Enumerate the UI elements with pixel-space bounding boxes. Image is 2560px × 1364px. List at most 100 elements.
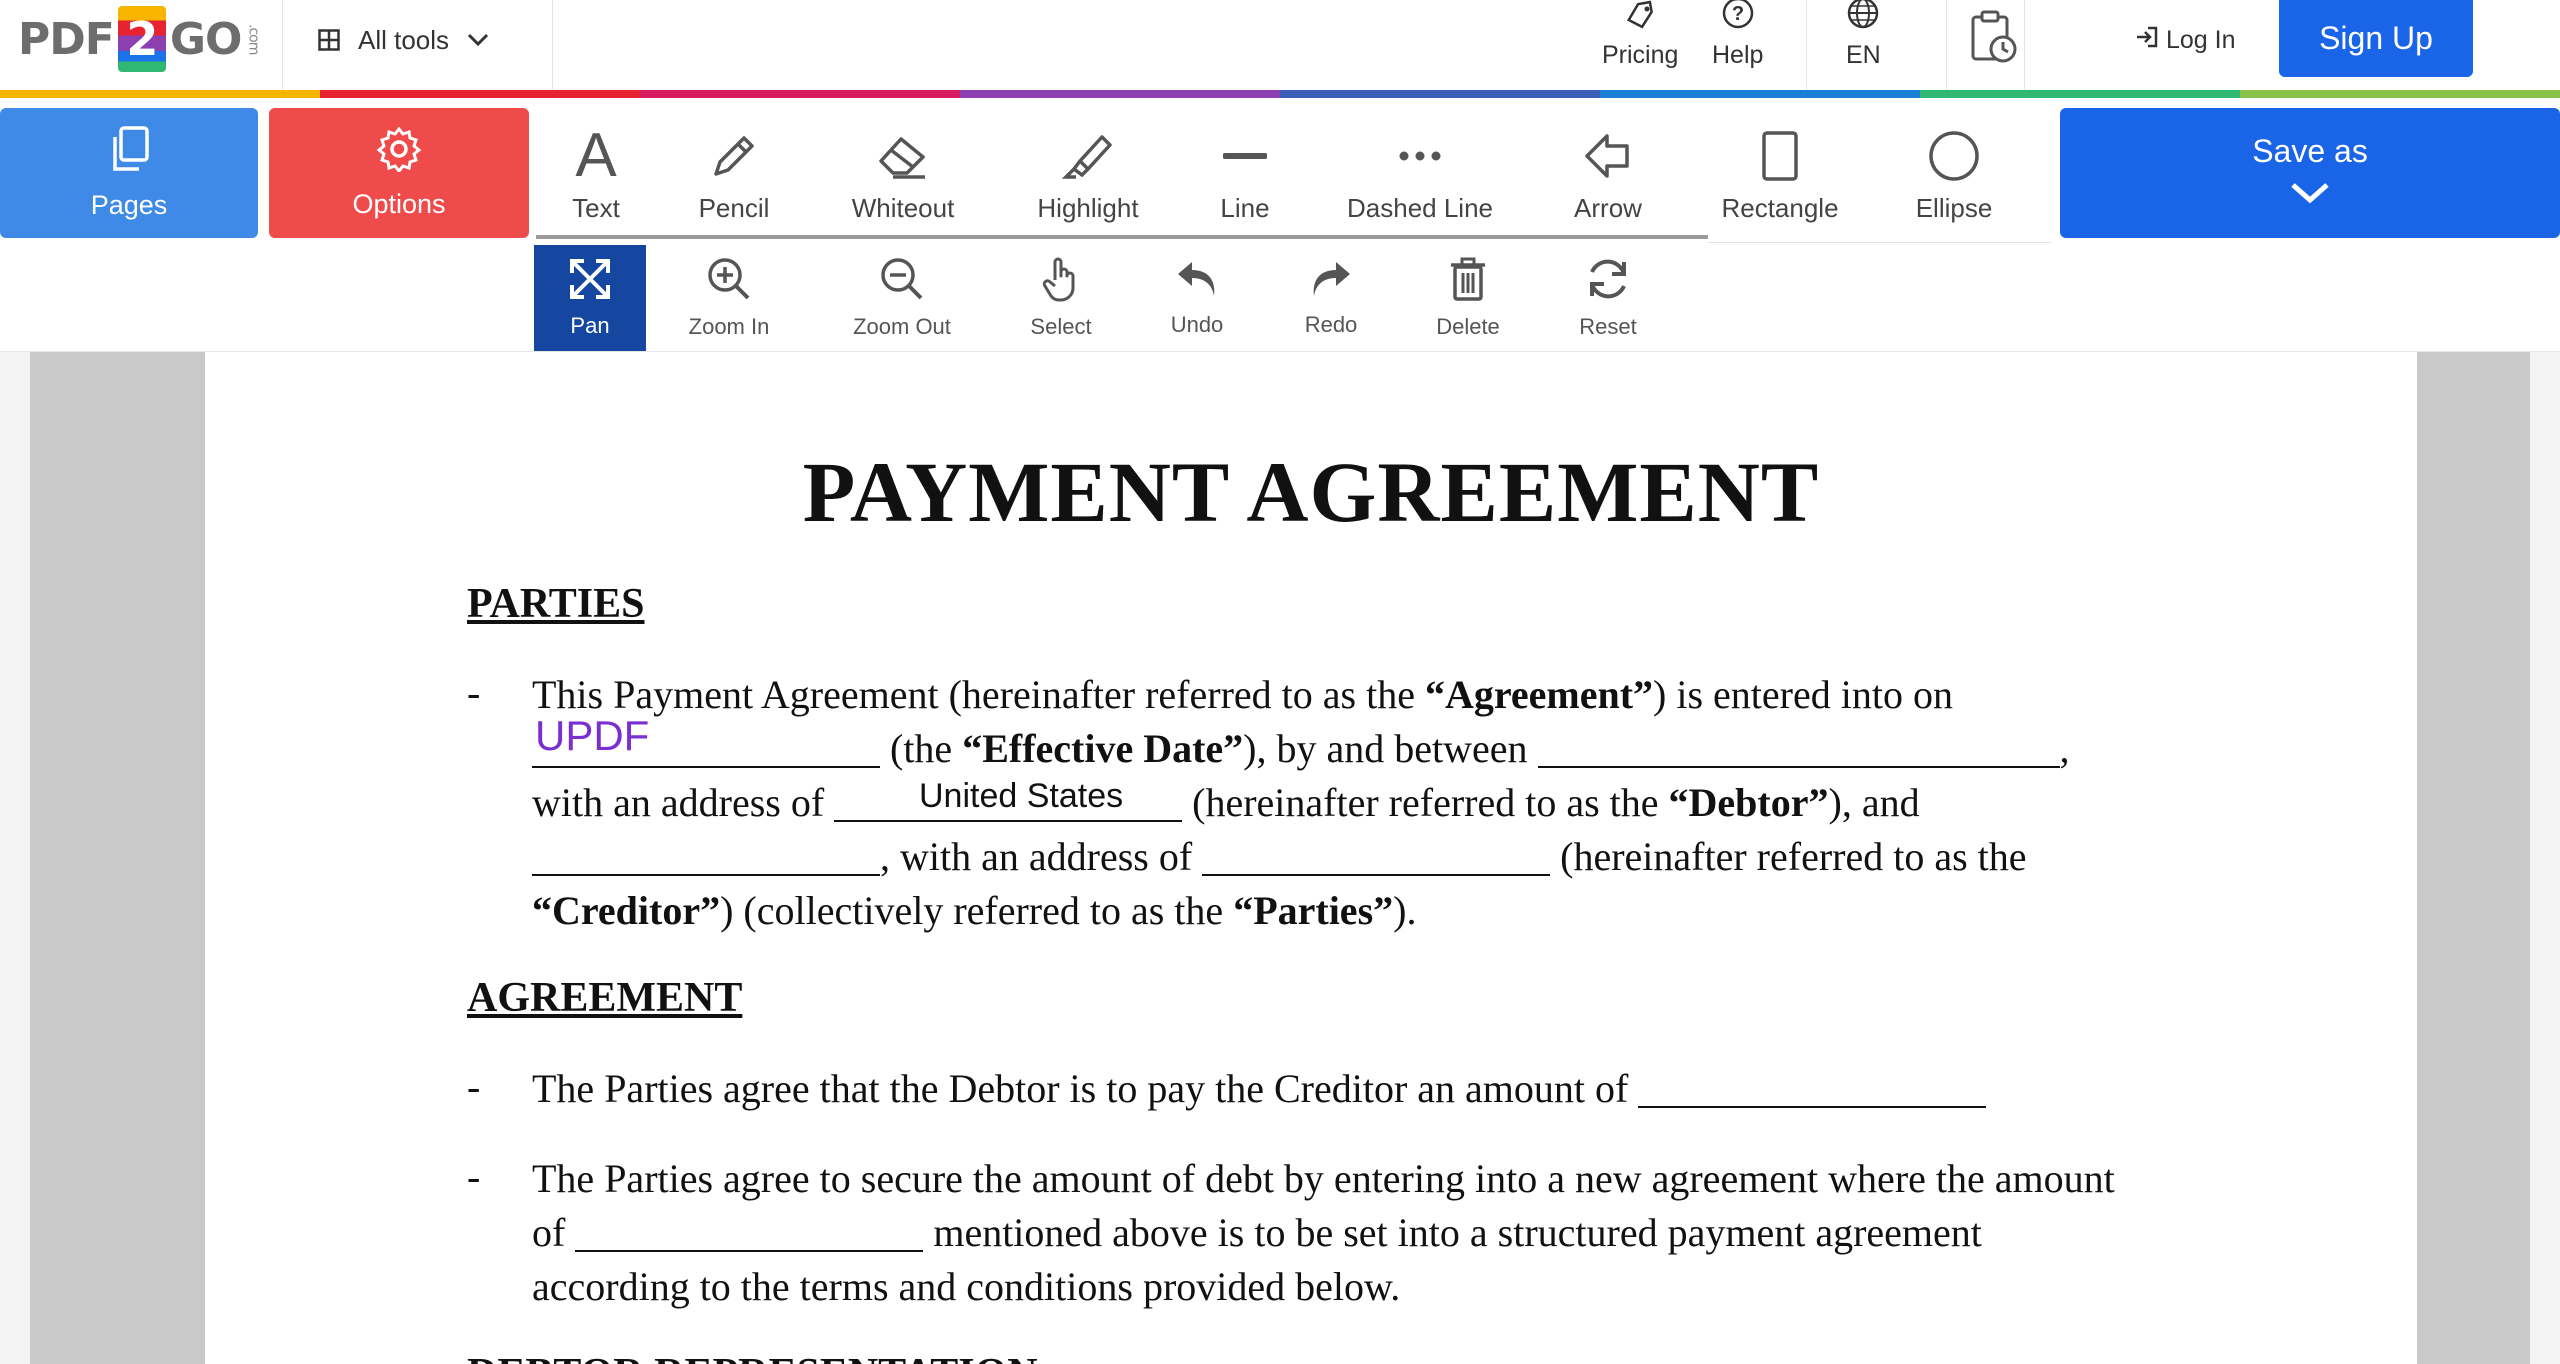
bullet-dash: -	[467, 1064, 481, 1109]
arrow-icon	[1583, 125, 1633, 187]
highlight-tool[interactable]: Highlight	[1030, 120, 1146, 230]
blank-amount[interactable]	[1638, 1068, 1987, 1108]
blank-creditor-name[interactable]	[532, 836, 880, 876]
top-navigation: PDF 2 GO .com All tools Pricing ? Help E…	[0, 0, 2560, 93]
paragraph-text: ) is entered into on	[1653, 672, 1953, 717]
agreement-paragraph-1: The Parties agree that the Debtor is to …	[532, 1062, 2222, 1116]
rainbow-segment	[1920, 90, 2240, 98]
language-selector[interactable]: EN	[1846, 0, 1881, 90]
rectangle-tool[interactable]: Rectangle	[1718, 120, 1842, 230]
divider	[1806, 0, 1807, 90]
divider	[552, 0, 553, 90]
agreement-paragraph-2: The Parties agree to secure the amount o…	[532, 1152, 2132, 1314]
blank-debtor-name[interactable]	[1537, 728, 2060, 768]
delete-button[interactable]: Delete	[1428, 245, 1508, 351]
rainbow-divider	[0, 90, 2560, 98]
whiteout-tool[interactable]: Whiteout	[838, 120, 968, 230]
log-in-link[interactable]: Log In	[2134, 20, 2236, 60]
term-debtor: “Debtor”	[1668, 780, 1829, 825]
pages-icon	[107, 125, 151, 180]
paragraph-text: (the	[880, 726, 963, 771]
redo-button[interactable]: Redo	[1294, 245, 1368, 351]
pdf2go-logo[interactable]: PDF 2 GO .com	[18, 4, 261, 74]
help-link[interactable]: ? Help	[1712, 0, 1763, 90]
zoom-out-icon	[879, 256, 925, 308]
log-in-label: Log In	[2166, 25, 2236, 54]
paragraph-text: (hereinafter referred to as the	[1182, 780, 1669, 825]
undo-button[interactable]: Undo	[1160, 245, 1234, 351]
blank-amount-of-debt[interactable]	[575, 1212, 924, 1252]
redo-icon	[1308, 258, 1354, 306]
divider	[282, 0, 283, 90]
tool-group-underline	[536, 235, 1708, 239]
paragraph-text: with an address of	[532, 780, 835, 825]
sign-up-button[interactable]: Sign Up	[2279, 0, 2473, 77]
arrow-tool[interactable]: Arrow	[1566, 120, 1650, 230]
history-button[interactable]	[1948, 0, 2040, 90]
logo-suffix: .com	[245, 23, 262, 55]
chevron-down-icon	[467, 33, 489, 47]
bullet-dash: -	[467, 1154, 481, 1199]
paragraph-text: The Parties agree that the Debtor is to …	[532, 1066, 1639, 1111]
reset-button[interactable]: Reset	[1566, 245, 1650, 351]
document-title: PAYMENT AGREEMENT	[802, 444, 1820, 540]
term-agreement: “Agreement”	[1424, 672, 1654, 717]
blank-creditor-address[interactable]	[1202, 836, 1551, 876]
pages-button[interactable]: Pages	[0, 108, 258, 238]
highlight-tool-label: Highlight	[1037, 193, 1139, 223]
section-heading-agreement: AGREEMENT	[467, 975, 743, 1021]
pricing-link[interactable]: Pricing	[1602, 0, 1678, 90]
page-gutter-left	[30, 352, 205, 1364]
paragraph-text: ).	[1393, 888, 1417, 933]
pan-tool[interactable]: Pan	[534, 245, 646, 351]
term-creditor: “Creditor”	[532, 888, 721, 933]
pricing-label: Pricing	[1602, 41, 1679, 69]
zoom-out-label: Zoom Out	[853, 314, 951, 339]
expand-arrows-icon	[568, 257, 612, 307]
filled-text-updf[interactable]: UPDF	[535, 712, 649, 760]
zoom-in-button[interactable]: Zoom In	[678, 245, 780, 351]
filled-text-address[interactable]: United States	[919, 777, 1123, 816]
refresh-icon	[1584, 256, 1632, 308]
term-parties: “Parties”	[1233, 888, 1394, 933]
options-button[interactable]: Options	[269, 108, 529, 238]
pencil-tool[interactable]: Pencil	[684, 120, 784, 230]
paragraph-text: ), and	[1828, 780, 1920, 825]
language-label: EN	[1846, 41, 1881, 69]
tool-group-underline-light	[1708, 242, 2051, 243]
line-tool[interactable]: Line	[1210, 120, 1280, 230]
pdf-page[interactable]: PAYMENT AGREEMENT PARTIES - This Payment…	[205, 352, 2417, 1364]
highlighter-icon	[1060, 125, 1116, 187]
dashed-line-tool[interactable]: Dashed Line	[1340, 120, 1500, 230]
view-toolbar: Pan Zoom In Zoom Out Select Undo Redo De…	[0, 245, 2560, 352]
text-tool-label: Text	[572, 193, 620, 223]
select-tool[interactable]: Select	[1020, 245, 1102, 351]
section-heading-debtor-representation: DEBTOR REPRESENTATION	[467, 1350, 1038, 1364]
text-tool[interactable]: A Text	[556, 120, 636, 230]
document-viewport[interactable]: PAYMENT AGREEMENT PARTIES - This Payment…	[0, 352, 2560, 1364]
zoom-out-button[interactable]: Zoom Out	[840, 245, 964, 351]
term-effective-date: “Effective Date”	[962, 726, 1244, 771]
ellipse-icon	[1927, 125, 1981, 187]
eraser-icon	[875, 125, 931, 187]
rectangle-tool-label: Rectangle	[1721, 193, 1839, 223]
ellipse-tool-label: Ellipse	[1915, 193, 1993, 223]
login-icon	[2134, 24, 2160, 57]
help-icon: ?	[1721, 0, 1755, 37]
price-tag-icon	[1624, 0, 1656, 37]
pages-label: Pages	[90, 190, 168, 220]
rainbow-segment	[960, 90, 1280, 98]
all-tools-dropdown[interactable]: All tools	[318, 20, 489, 60]
logo-text-left: PDF	[18, 13, 115, 65]
save-as-button[interactable]: Save as	[2060, 108, 2560, 238]
line-tool-label: Line	[1220, 193, 1270, 223]
paragraph-text: (hereinafter referred to as the	[1550, 834, 2027, 879]
undo-label: Undo	[1170, 312, 1224, 337]
svg-text:?: ?	[1732, 3, 1744, 25]
rainbow-segment	[640, 90, 960, 98]
redo-label: Redo	[1304, 312, 1358, 337]
editor-toolbar: Pages Options A Text Pencil Whiteout Hig…	[0, 98, 2560, 245]
ellipse-tool[interactable]: Ellipse	[1912, 120, 1996, 230]
globe-icon	[1846, 0, 1880, 37]
paragraph-text: , with an address of	[880, 834, 1203, 879]
